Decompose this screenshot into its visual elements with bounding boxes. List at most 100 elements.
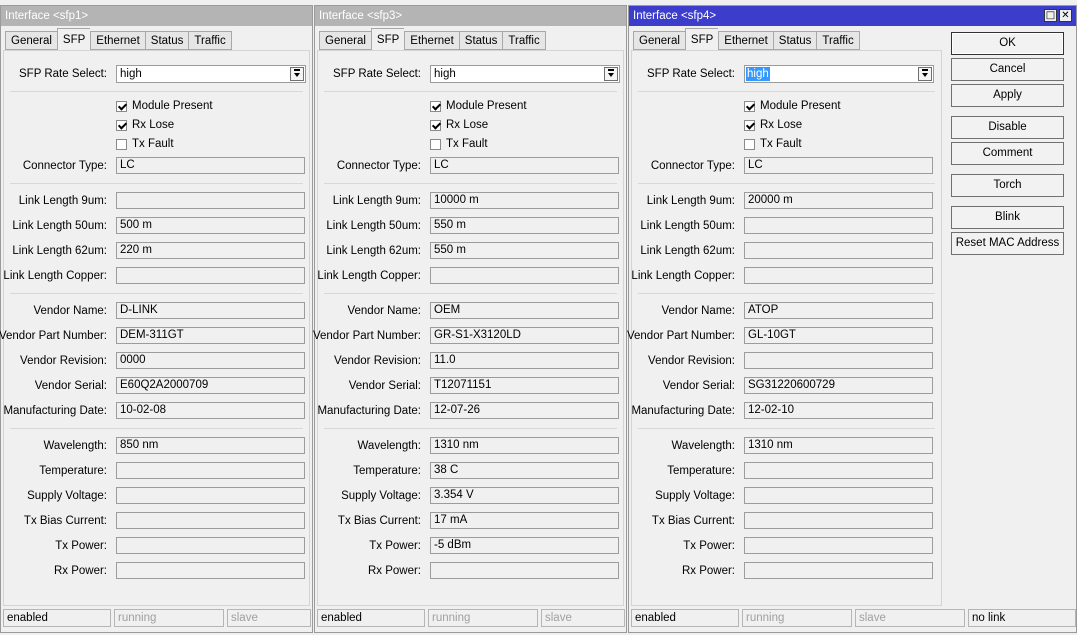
link-copper-field[interactable] xyxy=(744,267,933,284)
mfg-date-field[interactable]: 12-07-26 xyxy=(430,402,619,419)
rate-select-dropdown[interactable]: high xyxy=(430,65,620,83)
link-62um-field[interactable]: 550 m xyxy=(430,242,619,259)
torch-button[interactable]: Torch xyxy=(951,174,1064,197)
vendor-name-field[interactable]: D-LINK xyxy=(116,302,305,319)
tx-power-field[interactable] xyxy=(116,537,305,554)
window-title[interactable]: Interface <sfp3> xyxy=(315,6,626,26)
tx-bias-field[interactable] xyxy=(116,512,305,529)
tx-bias-field[interactable] xyxy=(744,512,933,529)
wavelength-field[interactable]: 850 nm xyxy=(116,437,305,454)
vendor-part-field[interactable]: GR-S1-X3120LD xyxy=(430,327,619,344)
rx-power-field[interactable] xyxy=(744,562,933,579)
temperature-field[interactable] xyxy=(116,462,305,479)
link-50um-field[interactable]: 500 m xyxy=(116,217,305,234)
link-62um-field[interactable] xyxy=(744,242,933,259)
disable-button[interactable]: Disable xyxy=(951,116,1064,139)
link-50um-field[interactable] xyxy=(744,217,933,234)
checkbox-icon[interactable] xyxy=(744,100,755,112)
module-present-checkbox[interactable]: Module Present xyxy=(744,100,841,112)
reset-mac-button[interactable]: Reset MAC Address xyxy=(951,232,1064,255)
link-50um-field[interactable]: 550 m xyxy=(430,217,619,234)
cancel-button[interactable]: Cancel xyxy=(951,58,1064,81)
supply-voltage-field[interactable]: 3.354 V xyxy=(430,487,619,504)
tx-fault-checkbox[interactable]: Tx Fault xyxy=(430,138,488,150)
temperature-field[interactable]: 38 C xyxy=(430,462,619,479)
tab-ethernet[interactable]: Ethernet xyxy=(90,31,145,50)
module-present-checkbox[interactable]: Module Present xyxy=(116,100,213,112)
tx-power-field[interactable]: -5 dBm xyxy=(430,537,619,554)
apply-button[interactable]: Apply xyxy=(951,84,1064,107)
module-present-checkbox[interactable]: Module Present xyxy=(430,100,527,112)
tab-status[interactable]: Status xyxy=(772,31,817,50)
tab-ethernet[interactable]: Ethernet xyxy=(404,31,459,50)
vendor-serial-field[interactable]: E60Q2A2000709 xyxy=(116,377,305,394)
rx-power-field[interactable] xyxy=(116,562,305,579)
tx-fault-checkbox[interactable]: Tx Fault xyxy=(116,138,174,150)
rx-lose-checkbox[interactable]: Rx Lose xyxy=(116,119,174,131)
link-copper-field[interactable] xyxy=(116,267,305,284)
rx-lose-checkbox[interactable]: Rx Lose xyxy=(744,119,802,131)
vendor-rev-field[interactable]: 0000 xyxy=(116,352,305,369)
rx-power-field[interactable] xyxy=(430,562,619,579)
checkbox-icon[interactable] xyxy=(430,100,441,112)
wavelength-field[interactable]: 1310 nm xyxy=(744,437,933,454)
tab-status[interactable]: Status xyxy=(458,31,503,50)
checkbox-icon[interactable] xyxy=(744,119,755,131)
vendor-rev-field[interactable] xyxy=(744,352,933,369)
checkbox-icon[interactable] xyxy=(116,119,127,131)
blink-button[interactable]: Blink xyxy=(951,206,1064,229)
link-62um-field[interactable]: 220 m xyxy=(116,242,305,259)
dropdown-arrow-icon[interactable] xyxy=(918,67,932,81)
vendor-part-field[interactable]: GL-10GT xyxy=(744,327,933,344)
vendor-serial-field[interactable]: T12071151 xyxy=(430,377,619,394)
connector-type-field[interactable]: LC xyxy=(744,157,933,174)
window-title[interactable]: Interface <sfp1> xyxy=(1,6,312,26)
tx-power-field[interactable] xyxy=(744,537,933,554)
link-9um-field[interactable] xyxy=(116,192,305,209)
ok-button[interactable]: OK xyxy=(951,32,1064,55)
temperature-field[interactable] xyxy=(744,462,933,479)
vendor-serial-field[interactable]: SG31220600729 xyxy=(744,377,933,394)
dropdown-arrow-icon[interactable] xyxy=(290,67,304,81)
dropdown-arrow-icon[interactable] xyxy=(604,67,618,81)
maximize-icon[interactable]: □ xyxy=(1044,9,1057,22)
window-title[interactable]: Interface <sfp4> □ ✕ xyxy=(629,6,1076,26)
close-icon[interactable]: ✕ xyxy=(1059,9,1072,22)
link-9um-field[interactable]: 10000 m xyxy=(430,192,619,209)
checkbox-icon[interactable] xyxy=(430,119,441,131)
vendor-name-field[interactable]: OEM xyxy=(430,302,619,319)
mfg-date-field[interactable]: 12-02-10 xyxy=(744,402,933,419)
rate-select-dropdown[interactable]: high xyxy=(116,65,306,83)
tab-general[interactable]: General xyxy=(5,31,57,50)
mfg-date-field[interactable]: 10-02-08 xyxy=(116,402,305,419)
tab-sfp[interactable]: SFP xyxy=(370,28,405,50)
connector-type-field[interactable]: LC xyxy=(116,157,305,174)
link-9um-field[interactable]: 20000 m xyxy=(744,192,933,209)
comment-button[interactable]: Comment xyxy=(951,142,1064,165)
vendor-part-field[interactable]: DEM-311GT xyxy=(116,327,305,344)
checkbox-icon[interactable] xyxy=(430,138,441,150)
vendor-name-field[interactable]: ATOP xyxy=(744,302,933,319)
checkbox-icon[interactable] xyxy=(744,138,755,150)
vendor-rev-field[interactable]: 11.0 xyxy=(430,352,619,369)
tab-traffic[interactable]: Traffic xyxy=(502,31,546,50)
supply-voltage-field[interactable] xyxy=(744,487,933,504)
tx-bias-field[interactable]: 17 mA xyxy=(430,512,619,529)
tab-traffic[interactable]: Traffic xyxy=(816,31,860,50)
link-copper-field[interactable] xyxy=(430,267,619,284)
connector-type-field[interactable]: LC xyxy=(430,157,619,174)
tab-general[interactable]: General xyxy=(319,31,371,50)
rate-select-dropdown[interactable]: high xyxy=(744,65,934,83)
tab-ethernet[interactable]: Ethernet xyxy=(718,31,773,50)
tab-status[interactable]: Status xyxy=(144,31,189,50)
tab-sfp[interactable]: SFP xyxy=(56,28,91,50)
tab-general[interactable]: General xyxy=(633,31,685,50)
checkbox-icon[interactable] xyxy=(116,100,127,112)
checkbox-icon[interactable] xyxy=(116,138,127,150)
tab-sfp[interactable]: SFP xyxy=(684,28,719,50)
rx-lose-checkbox[interactable]: Rx Lose xyxy=(430,119,488,131)
supply-voltage-field[interactable] xyxy=(116,487,305,504)
wavelength-field[interactable]: 1310 nm xyxy=(430,437,619,454)
tx-fault-checkbox[interactable]: Tx Fault xyxy=(744,138,802,150)
tab-traffic[interactable]: Traffic xyxy=(188,31,232,50)
